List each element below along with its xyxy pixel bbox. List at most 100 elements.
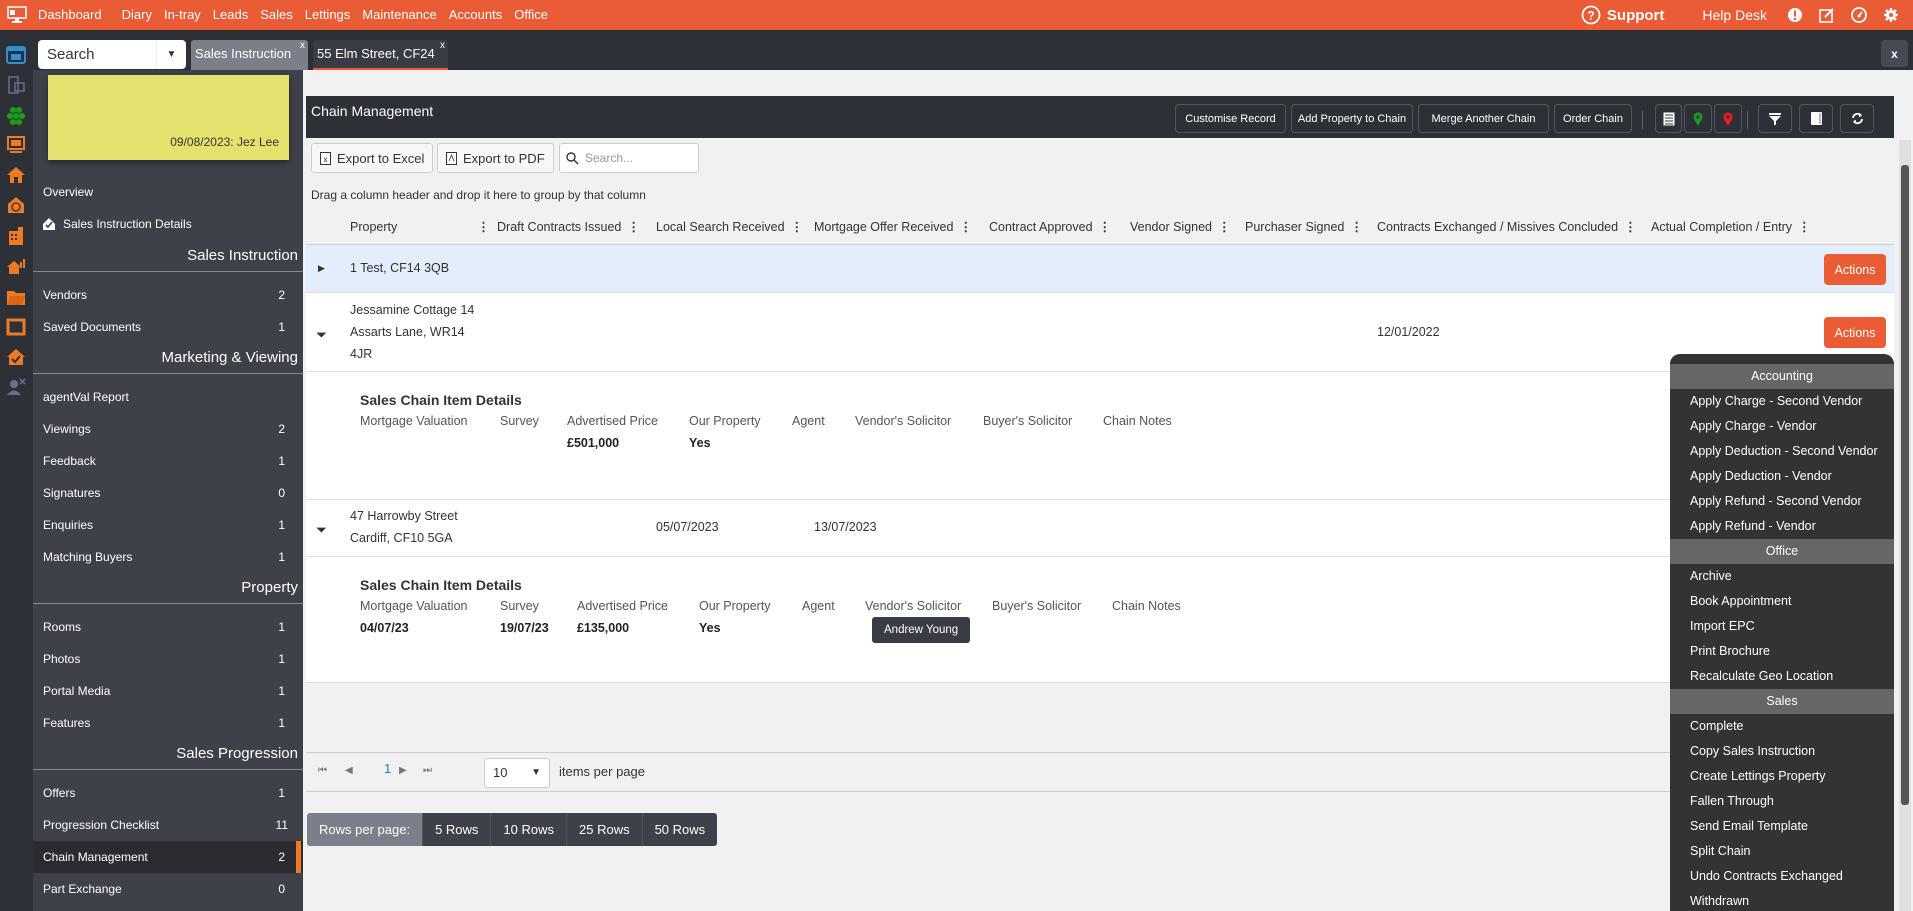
column-menu-icon[interactable]: ⋮ bbox=[791, 210, 804, 245]
menu-item[interactable]: Apply Refund - Vendor bbox=[1670, 514, 1894, 539]
network-cluster-icon[interactable] bbox=[4, 104, 28, 128]
menu-item[interactable]: Recalculate Geo Location bbox=[1670, 664, 1894, 689]
houses-icon[interactable] bbox=[4, 163, 28, 187]
tab-close-icon[interactable]: x bbox=[300, 40, 305, 51]
support-link[interactable]: ? Support bbox=[1581, 5, 1664, 25]
list-view-icon[interactable] bbox=[1655, 104, 1682, 133]
column-menu-icon[interactable]: ⋮ bbox=[1624, 210, 1637, 245]
column-menu-icon[interactable]: ⋮ bbox=[1350, 210, 1363, 245]
house-clock-icon[interactable] bbox=[4, 193, 28, 217]
menu-item[interactable]: Archive bbox=[1670, 564, 1894, 589]
nav-diary[interactable]: Diary bbox=[116, 0, 158, 30]
column-header-actual-completion[interactable]: Actual Completion / Entry ⋮ bbox=[1651, 210, 1811, 245]
pricing-screen-icon[interactable] bbox=[4, 133, 28, 157]
nav-lettings[interactable]: Lettings bbox=[299, 0, 357, 30]
customise-record-button[interactable]: Customise Record bbox=[1175, 104, 1286, 133]
column-menu-icon[interactable]: ⋮ bbox=[1798, 210, 1811, 245]
menu-item[interactable]: Complete bbox=[1670, 714, 1894, 739]
column-menu-icon[interactable]: ⋮ bbox=[627, 210, 640, 245]
book-icon[interactable] bbox=[1799, 104, 1833, 133]
menu-item[interactable]: Undo Contracts Exchanged bbox=[1670, 864, 1894, 889]
rows-5-button[interactable]: 5 Rows bbox=[422, 813, 491, 846]
menu-item[interactable]: Book Appointment bbox=[1670, 589, 1894, 614]
house-chart-icon[interactable] bbox=[4, 254, 28, 278]
vendor-solicitor-button[interactable]: Andrew Young bbox=[872, 617, 971, 643]
tab-sales-instruction[interactable]: Sales Instruction x bbox=[191, 40, 308, 70]
grid-search-input[interactable]: Search... bbox=[559, 143, 699, 173]
tab-55-elm-street[interactable]: 55 Elm Street, CF24 x bbox=[313, 40, 448, 70]
table-row[interactable]: ◢ 47 Harrowby Street Cardiff, CF10 5GA 0… bbox=[306, 500, 1894, 557]
menu-item[interactable]: Fallen Through bbox=[1670, 789, 1894, 814]
actions-button[interactable]: Actions bbox=[1824, 317, 1886, 348]
sidebar-item-sales-instruction-details[interactable]: Sales Instruction Details bbox=[33, 208, 303, 240]
menu-item[interactable]: Split Chain bbox=[1670, 839, 1894, 864]
checklist-document-icon[interactable] bbox=[4, 73, 28, 97]
menu-item[interactable]: Apply Refund - Second Vendor bbox=[1670, 489, 1894, 514]
current-page[interactable]: 1 bbox=[384, 761, 391, 776]
column-menu-icon[interactable]: ⋮ bbox=[477, 210, 490, 245]
filter-icon[interactable] bbox=[1758, 104, 1792, 133]
rows-50-button[interactable]: 50 Rows bbox=[641, 813, 718, 846]
column-header-contracts-exchanged[interactable]: Contracts Exchanged / Missives Concluded… bbox=[1377, 210, 1637, 245]
sidebar-item-progression-checklist[interactable]: Progression Checklist 11 bbox=[33, 809, 303, 841]
transfer-icon[interactable] bbox=[4, 315, 28, 339]
next-page-icon[interactable]: ▶ bbox=[399, 765, 407, 776]
page-size-select[interactable]: 10 ▼ bbox=[484, 758, 550, 788]
red-map-pin-icon[interactable] bbox=[1714, 104, 1742, 133]
dashboard-logo-icon[interactable] bbox=[2, 0, 32, 30]
settings-gear-icon[interactable] bbox=[1881, 5, 1901, 25]
close-all-tabs-button[interactable]: x bbox=[1881, 40, 1908, 67]
column-header-purchaser-signed[interactable]: Purchaser Signed ⋮ bbox=[1245, 210, 1363, 245]
actions-button[interactable]: Actions bbox=[1824, 254, 1886, 285]
column-header-vendor-signed[interactable]: Vendor Signed ⋮ bbox=[1130, 210, 1231, 245]
sidebar-item-matching-buyers[interactable]: Matching Buyers 1 bbox=[33, 541, 303, 573]
collapse-row-icon[interactable]: ◢ bbox=[315, 326, 328, 339]
folder-icon[interactable] bbox=[4, 285, 28, 309]
column-header-mortgage-offer[interactable]: Mortgage Offer Received ⋮ bbox=[814, 210, 972, 245]
group-by-drop-zone[interactable]: Drag a column header and drop it here to… bbox=[311, 188, 646, 202]
house-check-icon[interactable] bbox=[4, 345, 28, 369]
edit-note-icon[interactable] bbox=[1817, 5, 1837, 25]
menu-item[interactable]: Apply Deduction - Second Vendor bbox=[1670, 439, 1894, 464]
nav-in-tray[interactable]: In-tray bbox=[158, 0, 207, 30]
sidebar-item-vendors[interactable]: Vendors 2 bbox=[33, 279, 303, 311]
column-menu-icon[interactable]: ⋮ bbox=[959, 210, 972, 245]
column-menu-icon[interactable]: ⋮ bbox=[1099, 210, 1112, 245]
nav-accounts[interactable]: Accounts bbox=[443, 0, 508, 30]
menu-item[interactable]: Apply Deduction - Vendor bbox=[1670, 464, 1894, 489]
table-row[interactable]: ▶ 1 Test, CF14 3QB Actions bbox=[306, 245, 1894, 293]
sidebar-item-chain-management[interactable]: Chain Management 2 bbox=[33, 841, 303, 873]
order-chain-button[interactable]: Order Chain bbox=[1554, 104, 1632, 133]
first-page-icon[interactable]: ⏮ bbox=[318, 765, 327, 776]
vertical-scrollbar[interactable] bbox=[1899, 140, 1911, 911]
table-row[interactable]: ◢ Jessamine Cottage 14 Assarts Lane, WR1… bbox=[306, 293, 1894, 372]
sticky-note[interactable]: 09/08/2023: Jez Lee bbox=[48, 75, 289, 160]
sidebar-item-offers[interactable]: Offers 1 bbox=[33, 777, 303, 809]
menu-item[interactable]: Print Brochure bbox=[1670, 639, 1894, 664]
menu-item[interactable]: Send Email Template bbox=[1670, 814, 1894, 839]
chevron-down-icon[interactable]: ▼ bbox=[156, 40, 186, 69]
rows-10-button[interactable]: 10 Rows bbox=[490, 813, 566, 846]
collapse-row-icon[interactable]: ◢ bbox=[315, 521, 328, 534]
export-excel-button[interactable]: x Export to Excel bbox=[311, 143, 434, 173]
tab-close-icon[interactable]: x bbox=[440, 40, 445, 51]
nav-sales[interactable]: Sales bbox=[254, 0, 299, 30]
column-menu-icon[interactable]: ⋮ bbox=[1218, 210, 1231, 245]
expand-row-icon[interactable]: ▶ bbox=[318, 263, 325, 274]
prev-page-icon[interactable]: ◀ bbox=[345, 765, 353, 776]
scrollbar-thumb[interactable] bbox=[1901, 165, 1909, 805]
column-header-local-search[interactable]: Local Search Received ⋮ bbox=[656, 210, 803, 245]
help-desk-link[interactable]: Help Desk bbox=[1702, 7, 1767, 23]
sidebar-item-enquiries[interactable]: Enquiries 1 bbox=[33, 509, 303, 541]
global-search-select[interactable]: Search ▼ bbox=[38, 40, 186, 69]
menu-item[interactable]: Apply Charge - Second Vendor bbox=[1670, 389, 1894, 414]
menu-item[interactable]: Copy Sales Instruction bbox=[1670, 739, 1894, 764]
sidebar-item-viewings[interactable]: Viewings 2 bbox=[33, 413, 303, 445]
alert-badge-icon[interactable] bbox=[1785, 5, 1805, 25]
merge-another-chain-button[interactable]: Merge Another Chain bbox=[1418, 104, 1549, 133]
calendar-icon[interactable] bbox=[4, 42, 28, 66]
export-pdf-button[interactable]: Export to PDF bbox=[437, 143, 554, 173]
sidebar-item-feedback[interactable]: Feedback 1 bbox=[33, 445, 303, 477]
sidebar-item-photos[interactable]: Photos 1 bbox=[33, 643, 303, 675]
sidebar-item-portal-media[interactable]: Portal Media 1 bbox=[33, 675, 303, 707]
